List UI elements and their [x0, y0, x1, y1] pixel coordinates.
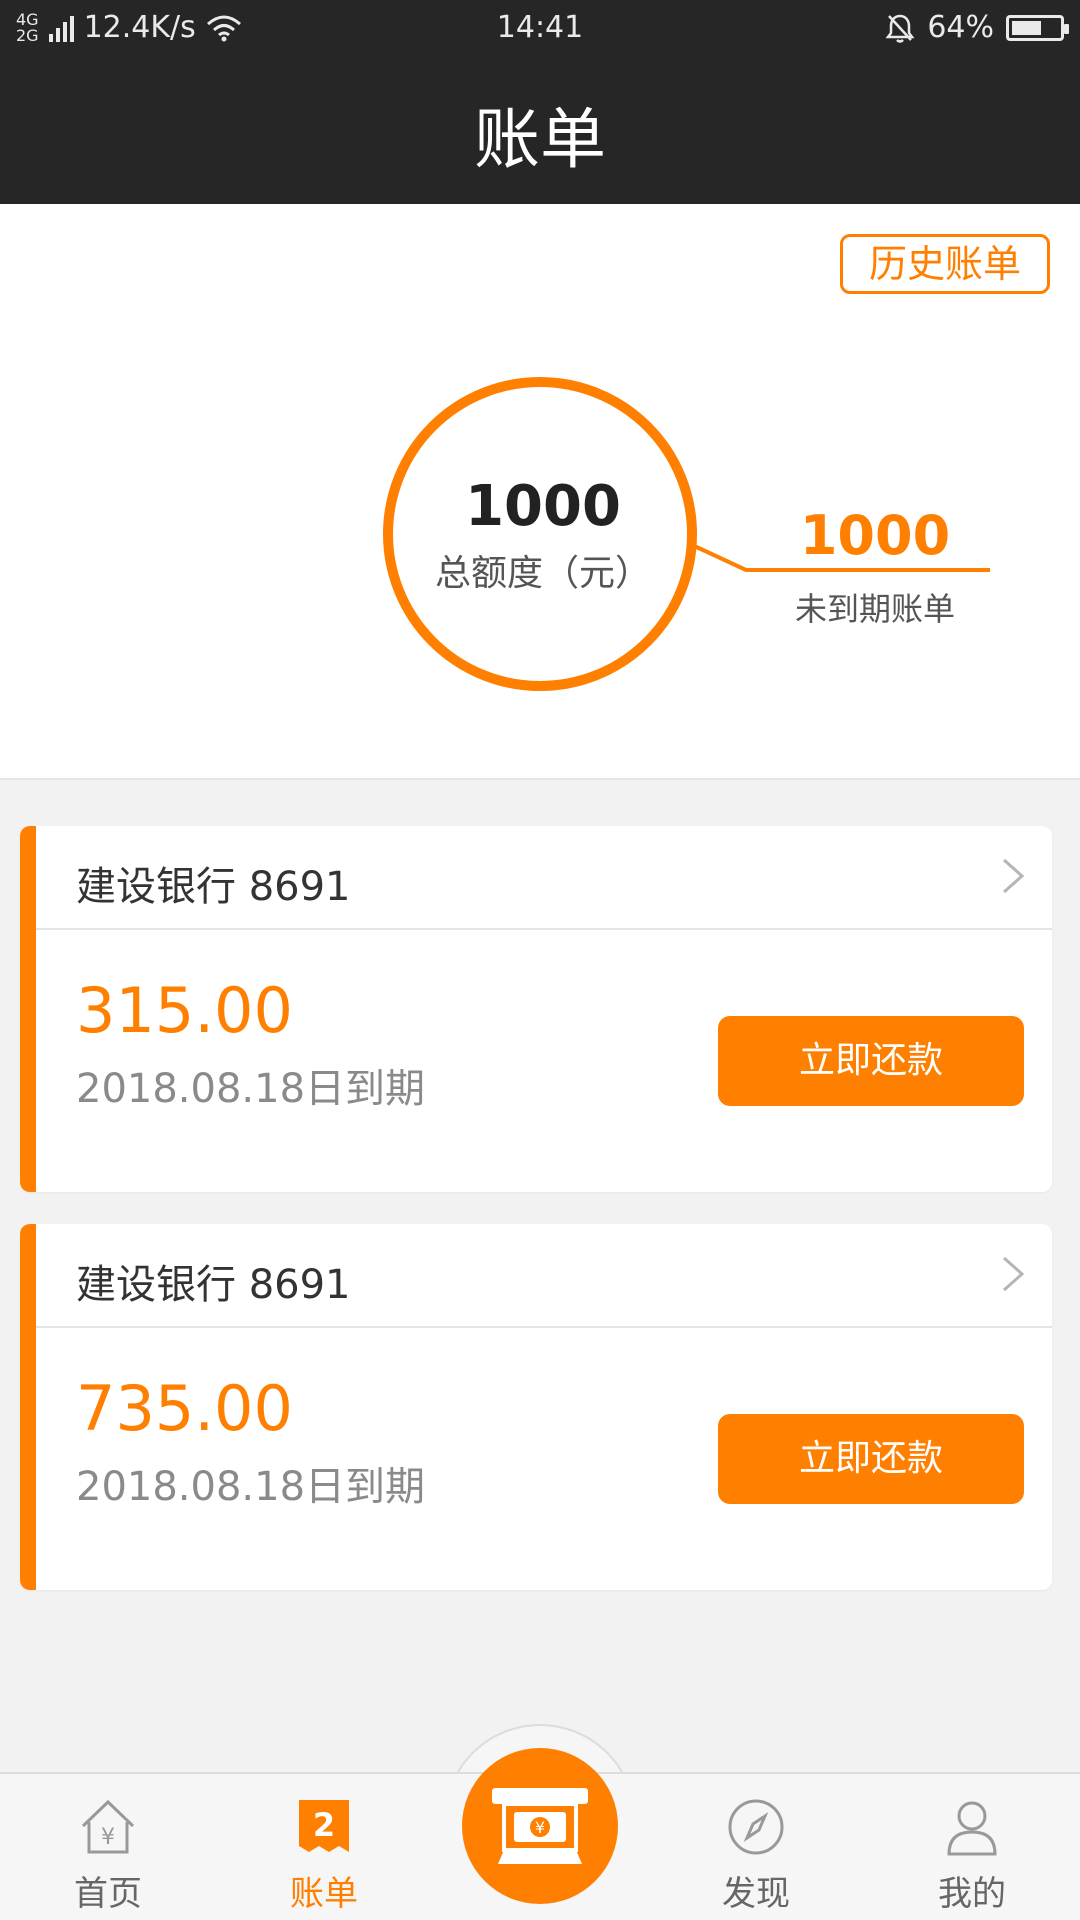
- bill-card-header[interactable]: 建设银行 8691: [36, 1224, 1052, 1328]
- svg-text:¥: ¥: [101, 1825, 115, 1850]
- bill-bank-name: 建设银行 8691: [76, 1262, 351, 1308]
- chevron-right-icon: [1003, 858, 1025, 894]
- bill-badge-icon: 2: [299, 1800, 349, 1852]
- total-amount-label: 总额度（元）: [434, 553, 651, 594]
- tab-discover-label: 发现: [722, 1874, 790, 1914]
- svg-text:¥: ¥: [535, 1818, 545, 1837]
- battery-icon: [1006, 14, 1069, 41]
- home-yen-icon: ¥: [81, 1799, 135, 1854]
- bell-muted-icon: [885, 14, 915, 43]
- bill-card: 建设银行 8691 735.00 2018.08.18日到期 立即还款: [20, 1224, 1052, 1590]
- summary-section: 历史账单 1000 总额度（元） 1000 未到期账单: [0, 204, 1080, 780]
- bill-accent-bar: [20, 826, 36, 1192]
- tab-mine-label: 我的: [938, 1874, 1006, 1914]
- battery-percent: 64%: [927, 10, 994, 45]
- status-bar: 4G 2G 12.4K/s 14:41 64%: [0, 0, 1080, 56]
- chevron-right-icon: [1003, 1256, 1025, 1292]
- user-icon: [947, 1801, 997, 1856]
- unexpired-amount: 1000: [799, 504, 951, 567]
- unexpired-label: 未到期账单: [794, 590, 955, 628]
- tab-home-label: 首页: [74, 1874, 142, 1914]
- tab-discover[interactable]: 发现: [686, 1796, 826, 1915]
- atm-cash-icon: ¥: [492, 1788, 588, 1864]
- bill-card-header[interactable]: 建设银行 8691: [36, 826, 1052, 930]
- bill-due-date: 2018.08.18日到期: [76, 1066, 426, 1112]
- bill-badge-count: 2: [313, 1806, 335, 1844]
- bill-card: 建设银行 8691 315.00 2018.08.18日到期 立即还款: [20, 826, 1052, 1192]
- bill-bank-name: 建设银行 8691: [76, 864, 351, 910]
- top-bar: 4G 2G 12.4K/s 14:41 64% 账单: [0, 0, 1080, 204]
- tab-mine[interactable]: 我的: [902, 1796, 1042, 1915]
- status-right: 64%: [885, 10, 1069, 45]
- page-title: 账单: [474, 101, 606, 178]
- atm-cash-button[interactable]: ¥: [462, 1748, 618, 1904]
- tab-home[interactable]: ¥ 首页: [38, 1796, 178, 1915]
- total-amount: 1000: [465, 474, 621, 539]
- tab-bill-label: 账单: [290, 1874, 358, 1914]
- compass-icon: [728, 1799, 784, 1855]
- tab-bill[interactable]: 2 账单: [254, 1796, 394, 1915]
- bill-amount: 315.00: [76, 974, 293, 1047]
- battery-level: [1012, 20, 1041, 35]
- bill-due-date: 2018.08.18日到期: [76, 1464, 426, 1510]
- history-bills-button[interactable]: 历史账单: [840, 234, 1050, 294]
- repay-now-button[interactable]: 立即还款: [718, 1016, 1024, 1106]
- bill-accent-bar: [20, 1224, 36, 1590]
- repay-now-button[interactable]: 立即还款: [718, 1414, 1024, 1504]
- bill-amount: 735.00: [76, 1372, 293, 1445]
